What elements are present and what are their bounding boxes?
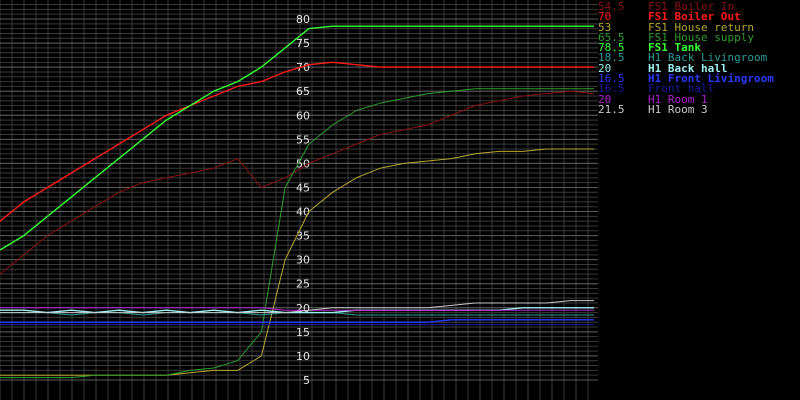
y-tick-label: 25 xyxy=(296,278,310,291)
y-tick-label: 55 xyxy=(296,133,310,146)
y-tick-label: 30 xyxy=(296,254,310,267)
y-tick-label: 15 xyxy=(296,326,310,339)
y-tick-label: 10 xyxy=(296,350,310,363)
y-tick-label: 65 xyxy=(296,85,310,98)
y-tick-label: 45 xyxy=(296,181,310,194)
y-tick-label: 40 xyxy=(296,206,310,219)
y-tick-label: 75 xyxy=(296,37,310,50)
legend-entry: 21.5 H1 Room 3 xyxy=(598,102,774,116)
legend-label: H1 Room 3 xyxy=(648,102,708,116)
y-tick-label: 5 xyxy=(303,374,310,387)
y-tick-label: 35 xyxy=(296,230,310,243)
chart-legend: 54.5 FS1 Boiler In 70 FS1 Boiler Out 53 FS1 H… xyxy=(598,1,774,116)
legend-value: 21.5 xyxy=(598,102,625,116)
y-tick-label: 60 xyxy=(296,109,310,122)
y-tick-label: 80 xyxy=(296,13,310,26)
